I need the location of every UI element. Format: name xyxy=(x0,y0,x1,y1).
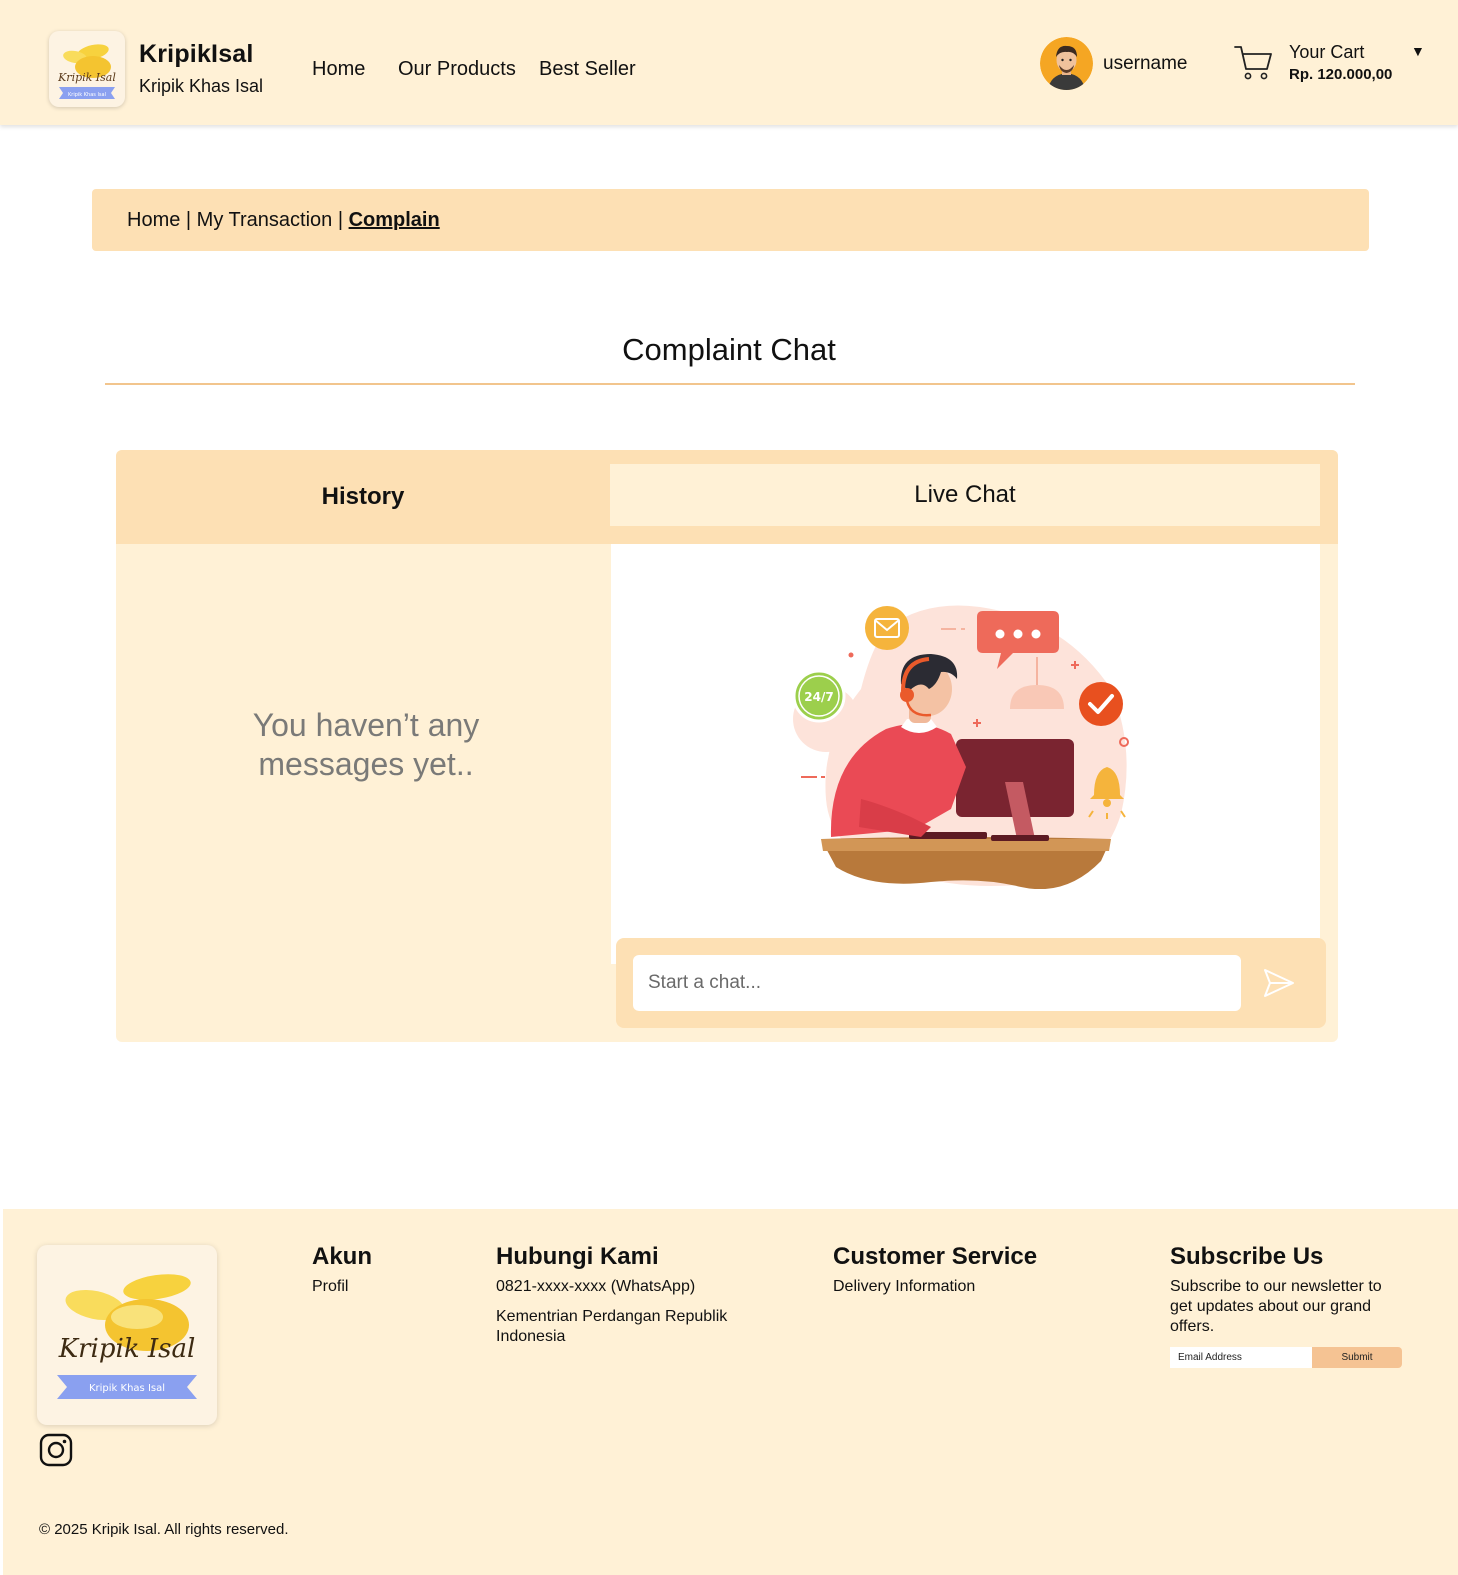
breadcrumb: Home | My Transaction | Complain xyxy=(92,189,1369,251)
svg-text:Kripik Khas Isal: Kripik Khas Isal xyxy=(89,1383,165,1394)
cart-total: Rp. 120.000,00 xyxy=(1289,66,1393,83)
tab-live-chat[interactable]: Live Chat xyxy=(610,464,1320,526)
newsletter-email-input[interactable] xyxy=(1170,1347,1312,1368)
site-footer: Kripik Isal Kripik Khas Isal © 2025 Krip… xyxy=(3,1209,1458,1575)
breadcrumb-home[interactable]: Home xyxy=(127,209,180,232)
footer-contact-address: Kementrian Perdangan Republik Indonesia xyxy=(496,1308,728,1345)
breadcrumb-separator: | xyxy=(332,208,349,231)
footer-profil-link[interactable]: Profil xyxy=(312,1277,348,1297)
tab-history[interactable]: History xyxy=(116,450,610,544)
footer-contact-phone: 0821-xxxx-xxxx (WhatsApp) xyxy=(496,1278,696,1295)
brand-tagline: Kripik Khas Isal xyxy=(139,76,264,96)
username[interactable]: username xyxy=(1103,53,1188,75)
customer-support-illustration: 24/7 xyxy=(792,605,1129,889)
chat-input[interactable] xyxy=(633,955,1241,1011)
send-button[interactable] xyxy=(1261,965,1297,1001)
newsletter-form: Submit xyxy=(1170,1347,1402,1368)
svg-text:Kripik Isal: Kripik Isal xyxy=(58,1334,196,1364)
page-title: Complaint Chat xyxy=(622,332,836,367)
svg-text:Kripik Isal: Kripik Isal xyxy=(57,71,116,84)
avatar-icon xyxy=(1040,37,1093,90)
footer-subscribe-text: Subscribe to our newsletter to get updat… xyxy=(1170,1278,1382,1335)
footer-logo[interactable]: Kripik Isal Kripik Khas Isal xyxy=(37,1245,217,1425)
breadcrumb-separator: | xyxy=(180,208,197,231)
cart-icon[interactable] xyxy=(1233,44,1273,82)
copyright: © 2025 Kripik Isal. All rights reserved. xyxy=(39,1521,289,1538)
send-icon xyxy=(1264,969,1294,997)
footer-delivery-link[interactable]: Delivery Information xyxy=(833,1277,975,1297)
svg-text:Kripik Khas Isal: Kripik Khas Isal xyxy=(68,92,106,98)
footer-contact-title: Hubungi Kami xyxy=(496,1243,659,1270)
chat-composer xyxy=(616,938,1326,1028)
cart-title[interactable]: Your Cart xyxy=(1289,42,1364,63)
newsletter-submit-button[interactable]: Submit xyxy=(1312,1347,1402,1368)
footer-cs-title: Customer Service xyxy=(833,1243,1038,1270)
avatar[interactable] xyxy=(1040,37,1093,90)
footer-subscribe-title: Subscribe Us xyxy=(1170,1243,1324,1270)
breadcrumb-complain[interactable]: Complain xyxy=(349,209,440,232)
title-divider xyxy=(105,383,1355,385)
footer-akun-title: Akun xyxy=(312,1243,372,1270)
nav-home[interactable]: Home xyxy=(312,58,365,81)
nav-our-products[interactable]: Our Products xyxy=(398,58,516,81)
empty-history-message: You haven’t any messages yet.. xyxy=(252,707,480,782)
brand-name: KripikIsal xyxy=(139,40,254,68)
chips-logo-icon: Kripik Isal Kripik Khas Isal xyxy=(57,44,116,99)
chevron-down-icon[interactable]: ▼ xyxy=(1411,43,1425,59)
site-header: Kripik Isal Kripik Khas Isal KripikIsal … xyxy=(0,0,1458,125)
live-chat-area: 24/7 xyxy=(611,544,1320,964)
instagram-icon[interactable] xyxy=(39,1433,73,1467)
brand-logo[interactable]: Kripik Isal Kripik Khas Isal xyxy=(49,31,125,107)
svg-text:24/7: 24/7 xyxy=(804,690,833,704)
chat-panel: History Live Chat You haven’t any messag… xyxy=(116,450,1338,1042)
nav-best-seller[interactable]: Best Seller xyxy=(539,58,636,81)
chips-logo-icon: Kripik Isal Kripik Khas Isal xyxy=(57,1274,197,1399)
breadcrumb-my-transaction[interactable]: My Transaction xyxy=(197,209,333,232)
